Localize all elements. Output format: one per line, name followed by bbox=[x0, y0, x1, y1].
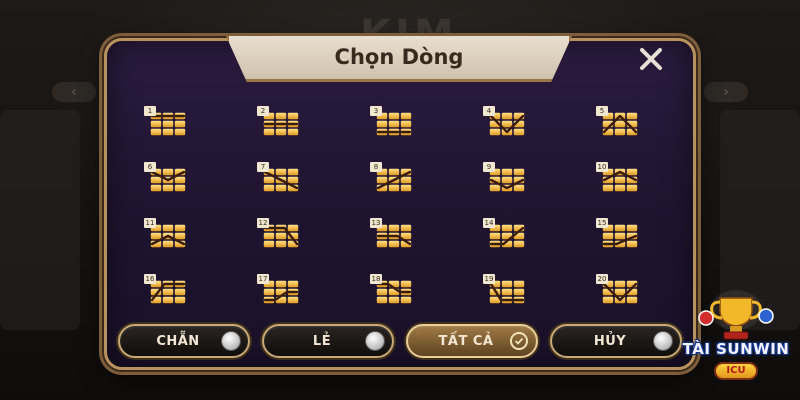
line-option-7[interactable]: 7 bbox=[257, 162, 299, 192]
even-lines-label: CHẴN bbox=[156, 333, 200, 349]
background-left-panel bbox=[0, 110, 80, 330]
line-option-18[interactable]: 18 bbox=[370, 274, 412, 304]
line-number: 10 bbox=[596, 162, 608, 172]
close-button[interactable] bbox=[620, 40, 682, 78]
brand-logo: TÀI SUNWIN ICU bbox=[676, 288, 796, 396]
check-icon bbox=[510, 332, 528, 350]
line-option-9[interactable]: 9 bbox=[483, 162, 525, 192]
line-number: 7 bbox=[257, 162, 269, 172]
line-option-14[interactable]: 14 bbox=[483, 218, 525, 248]
cancel-button[interactable]: HỦY bbox=[550, 324, 682, 358]
radio-off-icon bbox=[366, 332, 384, 350]
line-option-8[interactable]: 8 bbox=[370, 162, 412, 192]
line-number: 1 bbox=[144, 106, 156, 116]
line-number: 13 bbox=[370, 218, 382, 228]
line-select-dialog bbox=[104, 38, 696, 370]
line-number: 4 bbox=[483, 106, 495, 116]
line-number: 19 bbox=[483, 274, 495, 284]
line-number: 15 bbox=[596, 218, 608, 228]
line-option-19[interactable]: 19 bbox=[483, 274, 525, 304]
background-right-arrow: › bbox=[704, 82, 748, 102]
line-number: 11 bbox=[144, 218, 156, 228]
line-option-16[interactable]: 16 bbox=[144, 274, 186, 304]
line-number: 16 bbox=[144, 274, 156, 284]
close-icon bbox=[640, 48, 662, 70]
dialog-title: Chọn Dòng bbox=[334, 45, 464, 69]
line-option-1[interactable]: 1 bbox=[144, 106, 186, 136]
line-option-20[interactable]: 20 bbox=[596, 274, 638, 304]
background-left-arrow: ‹ bbox=[52, 82, 96, 102]
line-number: 2 bbox=[257, 106, 269, 116]
line-option-12[interactable]: 12 bbox=[257, 218, 299, 248]
line-option-2[interactable]: 2 bbox=[257, 106, 299, 136]
line-number: 8 bbox=[370, 162, 382, 172]
line-option-11[interactable]: 11 bbox=[144, 218, 186, 248]
line-number: 12 bbox=[257, 218, 269, 228]
line-option-13[interactable]: 13 bbox=[370, 218, 412, 248]
radio-off-icon bbox=[654, 332, 672, 350]
brand-suffix: ICU bbox=[714, 362, 758, 380]
brand-name: TÀI SUNWIN bbox=[682, 340, 790, 358]
line-number: 5 bbox=[596, 106, 608, 116]
all-lines-label: TẤT CẢ bbox=[438, 333, 494, 349]
odd-lines-label: LẺ bbox=[312, 333, 332, 349]
radio-off-icon bbox=[222, 332, 240, 350]
line-option-10[interactable]: 10 bbox=[596, 162, 638, 192]
line-number: 18 bbox=[370, 274, 382, 284]
line-option-3[interactable]: 3 bbox=[370, 106, 412, 136]
line-option-6[interactable]: 6 bbox=[144, 162, 186, 192]
line-number: 6 bbox=[144, 162, 156, 172]
cancel-label: HỦY bbox=[593, 333, 627, 349]
line-option-5[interactable]: 5 bbox=[596, 106, 638, 136]
line-number: 3 bbox=[370, 106, 382, 116]
line-option-17[interactable]: 17 bbox=[257, 274, 299, 304]
line-option-15[interactable]: 15 bbox=[596, 218, 638, 248]
all-lines-button[interactable]: TẤT CẢ bbox=[406, 324, 538, 358]
trophy-icon bbox=[698, 290, 774, 340]
line-number: 17 bbox=[257, 274, 269, 284]
line-number: 14 bbox=[483, 218, 495, 228]
line-number: 9 bbox=[483, 162, 495, 172]
line-option-4[interactable]: 4 bbox=[483, 106, 525, 136]
odd-lines-button[interactable]: LẺ bbox=[262, 324, 394, 358]
line-number: 20 bbox=[596, 274, 608, 284]
even-lines-button[interactable]: CHẴN bbox=[118, 324, 250, 358]
